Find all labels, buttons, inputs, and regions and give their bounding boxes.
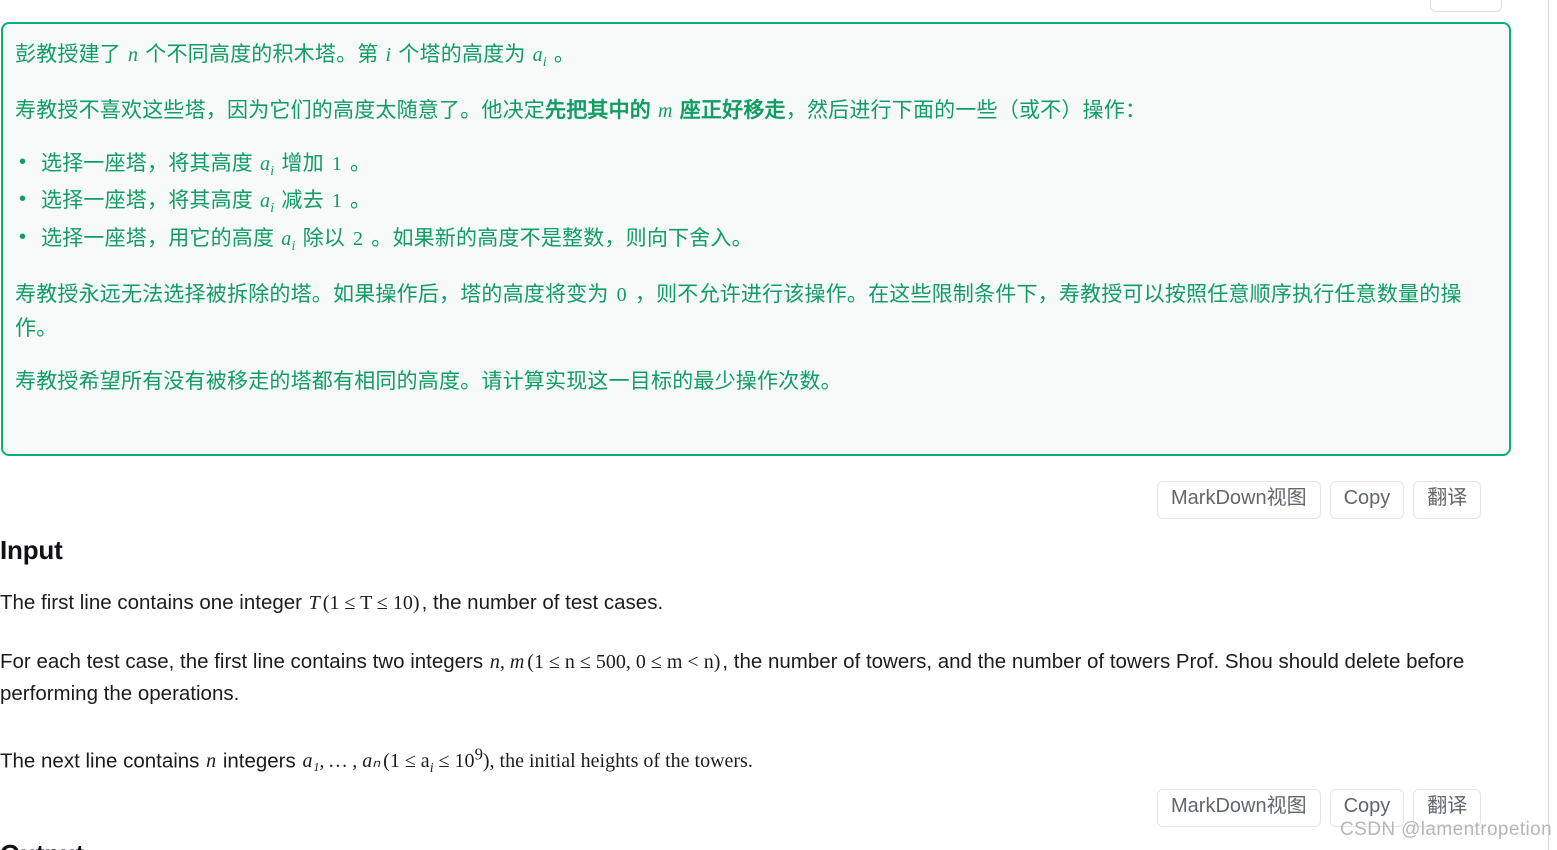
input-p3-text-a: The next line contains (0, 749, 206, 773)
op1-text-c: 。 (344, 151, 372, 175)
op3-text-c: 。如果新的高度不是整数，则向下舍入。 (365, 227, 753, 251)
statement-p1-text-a: 彭教授建了 (15, 43, 128, 66)
math-var-a-subscript: i (270, 201, 275, 217)
clipped-toolbar-button-above[interactable] (1430, 0, 1502, 12)
input-p3-text-b: integers (217, 749, 302, 773)
page-root: 彭教授建了 n 个不同高度的积木塔。第 i 个塔的高度为 ai 。 寿教授不喜欢… (0, 0, 1557, 850)
input-p3-constraint: (1 ≤ ai ≤ 109), the initial heights of t… (381, 745, 755, 777)
statement-paragraph-4: 寿教授希望所有没有被移走的塔都有相同的高度。请计算实现这一目标的最少操作次数。 (15, 369, 842, 393)
op1-text-b: 增加 (275, 151, 330, 175)
statement-p3-number: 0 (616, 283, 627, 306)
copy-button[interactable]: Copy (1329, 481, 1405, 519)
input-paragraph-2: For each test case, the first line conta… (0, 646, 1515, 710)
translate-button[interactable]: 翻译 (1413, 481, 1482, 519)
input-p2-text-a: For each test case, the first line conta… (0, 649, 489, 673)
statement-p3-text-a: 寿教授永远无法选择被拆除的塔。如果操作后，塔的高度将变为 (15, 282, 615, 306)
statement-p2-bold-a: 先把其中的 (545, 98, 658, 122)
math-vars-n-m: n, m (489, 650, 525, 673)
math-var-a-i: ai (280, 228, 296, 254)
input-p1-text-b: , the number of test cases. (421, 590, 664, 614)
input-p3-constraint-c: ), the initial heights of the towers. (482, 750, 753, 773)
math-var-a-base: a (532, 44, 543, 66)
statement-paragraph-2: 寿教授不喜欢这些塔，因为它们的高度太随意了。他决定先把其中的 m 座正好移走，然… (15, 94, 1493, 128)
math-var-n: n (128, 44, 139, 66)
operation-list: 选择一座塔，将其高度 ai 增加 1 。 选择一座塔，将其高度 ai 减去 1 … (15, 146, 1493, 259)
input-paragraph-1: The first line contains one integer T (1 … (0, 587, 1515, 619)
statement-p1-text-b: 个不同高度的积木塔。第 (139, 43, 385, 66)
op3-number: 2 (353, 228, 364, 251)
page-right-gutter (1548, 0, 1557, 850)
math-var-a-base: a (260, 152, 271, 175)
op3-text-b: 除以 (296, 227, 351, 251)
math-var-n: n (206, 750, 217, 773)
input-p3-constraint-a: (1 ≤ a (383, 750, 430, 773)
markdown-view-button[interactable]: MarkDown视图 (1157, 789, 1321, 827)
operation-list-item: 选择一座塔，用它的高度 ai 除以 2 。如果新的高度不是整数，则向下舍入。 (19, 221, 1493, 259)
statement-p1-text-c: 个塔的高度为 (392, 43, 532, 66)
math-var-a-base: a (260, 190, 271, 213)
op2-number: 1 (331, 190, 343, 213)
math-var-a-i: ai (532, 44, 548, 70)
math-vars-a-list: a₁, … , aₙ (302, 750, 381, 773)
output-section-heading: Output (0, 834, 1515, 850)
input-p2-constraint: (1 ≤ n ≤ 500, 0 ≤ m < n) (527, 650, 721, 673)
op2-text-a: 选择一座塔，将其高度 (41, 189, 260, 213)
translated-statement-box: 彭教授建了 n 个不同高度的积木塔。第 i 个塔的高度为 ai 。 寿教授不喜欢… (1, 22, 1511, 456)
math-var-m: m (658, 99, 673, 122)
statement-paragraph-3: 寿教授永远无法选择被拆除的塔。如果操作后，塔的高度将变为 0 ，则不允许进行该操… (15, 278, 1493, 346)
input-p3-constraint-b: ≤ 10 (433, 750, 475, 773)
input-p3-constraint-exp: 9 (474, 744, 483, 764)
csdn-watermark: CSDN @lamentropetion (1340, 819, 1553, 840)
operation-list-item: 选择一座塔，将其高度 ai 减去 1 。 (19, 183, 1493, 221)
math-var-a-i: ai (259, 152, 275, 179)
statement-p2-bold-b: 座正好移走 (673, 98, 786, 122)
input-p1-text-a: The first line contains one integer (0, 590, 308, 614)
input-section-heading: Input (0, 535, 63, 565)
input-paragraph-3: The next line contains n integers a₁, … … (0, 742, 1515, 780)
input-p1-constraint: (1 ≤ T ≤ 10) (322, 591, 420, 614)
math-var-a-subscript: i (291, 239, 296, 255)
operation-list-item: 选择一座塔，将其高度 ai 增加 1 。 (19, 146, 1493, 184)
math-var-a-i: ai (259, 190, 275, 216)
math-var-T: T (308, 591, 320, 614)
op1-text-a: 选择一座塔，将其高度 (41, 151, 260, 175)
statement-p2-text-a: 寿教授不喜欢这些塔，因为它们的高度太随意了。他决定 (15, 98, 545, 122)
op3-text-a: 选择一座塔，用它的高度 (41, 227, 281, 251)
op2-text-b: 减去 (275, 189, 330, 213)
statement-toolbar-top: MarkDown视图 Copy 翻译 (1157, 481, 1482, 519)
statement-paragraph-1: 彭教授建了 n 个不同高度的积木塔。第 i 个塔的高度为 ai 。 (15, 38, 1493, 75)
op2-text-c: 。 (344, 189, 372, 213)
op1-number: 1 (331, 152, 343, 175)
math-var-a-base: a (281, 228, 292, 251)
math-var-a-subscript: i (270, 163, 275, 179)
markdown-view-button[interactable]: MarkDown视图 (1157, 481, 1321, 519)
statement-p1-text-d: 。 (547, 43, 576, 66)
math-var-a-subscript: i (542, 55, 547, 70)
statement-p2-text-b: ，然后进行下面的一些（或不）操作： (785, 98, 1147, 122)
